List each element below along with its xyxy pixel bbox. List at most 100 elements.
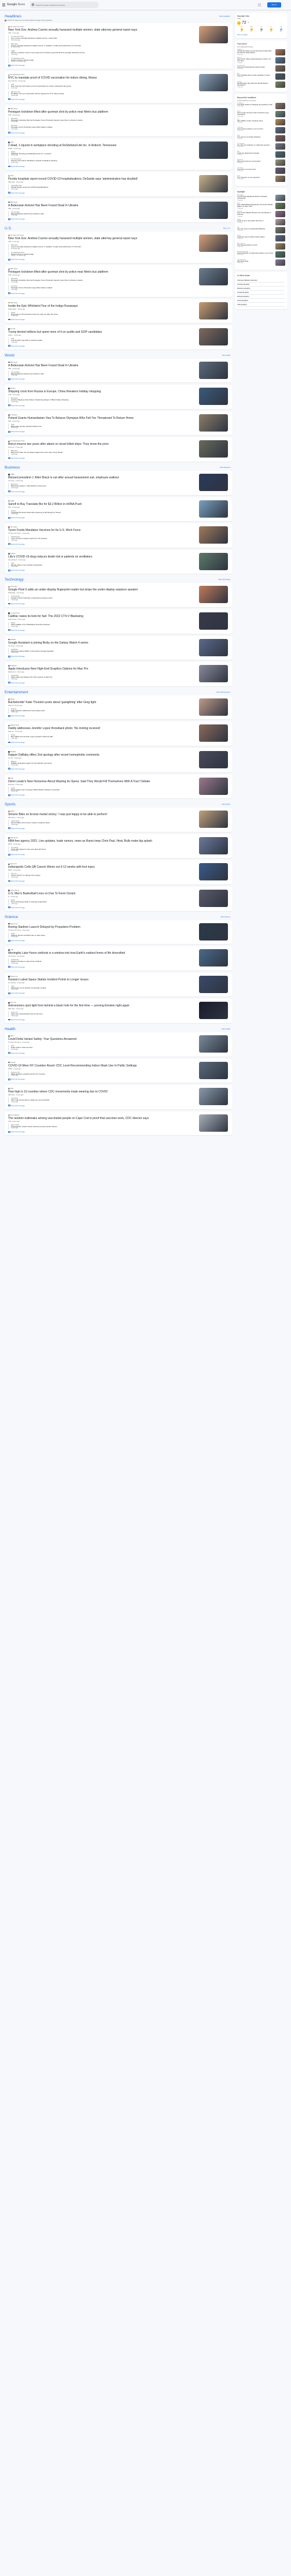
related-story[interactable]: Android Police Google's Pixel 6 will have… [8,595,197,602]
beyond-item[interactable]: The Verge The future of remote work 3 days… [237,168,285,174]
related-story[interactable]: CNN Belarusian sprinter granted Poland vi… [8,423,197,430]
story-headline[interactable]: Sanofi to Buy Translate Bio for $3.2 Bil… [8,503,197,506]
story-thumbnail[interactable] [199,777,228,795]
full-coverage-link[interactable]: View Full Coverage [8,1131,229,1133]
edition-link[interactable]: Botswana (English) [237,287,285,291]
full-coverage-link[interactable]: View Full Coverage [8,827,229,830]
story-headline[interactable]: A Belarusian Activist Has Been Found Dea… [8,204,197,207]
related-story[interactable]: NBC News Cuomo sexually harassed multiple… [8,244,197,250]
story-thumbnail[interactable] [199,361,228,379]
full-coverage-link[interactable]: View Full Coverage [8,192,229,194]
factcheck-item[interactable]: FactCheck.org Viral post misrepresents va… [237,65,285,72]
menu-icon[interactable] [2,3,5,6]
story-thumbnail[interactable] [199,235,228,252]
story-headline[interactable]: Google Pixel 6 adds an under-display fin… [8,588,197,592]
spotlight-item[interactable]: Atlas Obscura The Strange History of Cork… [237,243,285,250]
beyond-item[interactable]: The Guardian Life after the lockdown in s… [237,143,285,150]
full-coverage-link[interactable]: View Full Coverage [8,603,229,605]
full-coverage-link[interactable]: View Full Coverage [8,490,229,493]
more-link[interactable]: More World [222,355,230,356]
story-headline[interactable]: Blizzard president J. Allen Brack is out… [8,476,197,479]
full-coverage-link[interactable]: View Full Coverage [8,629,229,631]
story-thumbnail[interactable] [199,586,228,604]
full-coverage-link[interactable]: View Full Coverage [8,794,229,796]
full-coverage-link[interactable]: View Full Coverage [8,939,229,942]
story-headline[interactable]: Pentagon lockdown lifted after gunman sh… [8,110,197,114]
story-headline[interactable]: Meningitis Lake Huron sinkhole is a wind… [8,951,197,955]
related-story[interactable]: The Guardian Missing Belarus activist fou… [8,210,197,217]
story-thumbnail[interactable] [199,724,228,742]
item-headline[interactable]: How to help someone who's reluctant to g… [237,111,274,116]
related-story[interactable]: Fox News Pentagon Force Protection says o… [8,124,197,131]
story-headline[interactable]: How high is 10 counties where CDC moveme… [8,1090,197,1094]
beyond-item[interactable]: ProPublica The housing market is out of c… [237,127,285,133]
related-story[interactable]: BBC News Beirut port blast: the 'art atta… [8,449,197,456]
related-story[interactable]: Insider Demi Lovato says 'Avengers' Black… [8,786,197,793]
story-thumbnail[interactable] [199,889,228,907]
story-thumbnail[interactable] [199,923,228,941]
full-coverage-link[interactable]: View Full Coverage [8,569,229,571]
beyond-item[interactable]: NPR The summer of climate disasters 1 day … [237,135,285,142]
spotlight-item[interactable]: GQ The Life Cycle of a Discarded Mattress… [237,227,285,233]
more-link[interactable]: More Health [222,1028,230,1030]
story-thumbnail[interactable] [199,698,228,716]
related-story[interactable]: NBC News Cuomo sexually harassed multiple… [8,42,197,49]
story-headline[interactable]: New York Gov. Andrew Cuomo sexually hara… [8,237,197,240]
edition-link[interactable]: India (English) [237,303,285,307]
beyond-item[interactable]: Vox Why wildfire smoke is getting worse 1 … [237,119,285,125]
more-link[interactable]: More Science [221,916,230,918]
story-headline[interactable]: Simone Biles on bronze medal victory: 'I… [8,813,197,816]
related-story[interactable]: Yahoo Sports Simone Biles wins bronze med… [8,820,197,826]
story-headline[interactable]: COVID-19 More NY Counties Reach CDC Leve… [8,1064,197,1068]
item-headline[interactable]: How 'Trans-Atlantic' Became the Soundtra… [237,211,274,216]
related-story[interactable]: CNN New York City will require proof of v… [8,83,197,90]
full-coverage-link[interactable]: View Full Coverage [8,966,229,968]
full-coverage-link[interactable]: View Full Coverage [8,715,229,717]
story-headline[interactable]: A Belarusian Activist Has Been Found Dea… [8,364,197,367]
story-headline[interactable]: Google Assistant is joining Bixby on the… [8,641,197,645]
story-headline[interactable]: Covid Delta Variant Safety: Your Questio… [8,1038,197,1041]
story-headline[interactable]: Indianapolis Colts QB Carson Wentz out 5… [8,865,197,869]
related-story[interactable]: Reuters Translate Bio Stock Soars After A… [8,509,197,516]
section-title[interactable]: Business [5,466,20,470]
story-thumbnail[interactable] [199,328,228,346]
full-coverage-link[interactable]: View Full Coverage [8,516,229,519]
weather-card[interactable]: Mountain View Today 72 °F Tue 79° Wed 77° Thu 75°… [235,13,288,38]
search-input[interactable]: Search for topics, locations & sources [30,2,98,8]
factcheck-title[interactable]: Fact check [237,43,285,45]
story-headline[interactable]: Poland Grants Humanitarian Visa To Belar… [8,417,197,420]
item-headline[interactable]: The 25 Most Significant Works of Postwar… [237,195,274,200]
story-thumbnail[interactable] [199,26,228,43]
factcheck-item[interactable]: AFP Post misleads about mask mandates in … [237,73,285,80]
apps-grid-icon[interactable] [258,3,261,6]
full-coverage-link[interactable]: View Full Coverage [8,218,229,220]
spotlight-item[interactable]: National Geographic Dead Dragonfly: An al… [237,251,285,258]
spotlight-item[interactable]: Vogue Lorde Is Very, Very Much Not Over I… [237,219,285,225]
related-story[interactable]: Motor1 2022 Cadillac CT4-V Blackwing Firs… [8,622,197,628]
related-story[interactable]: The Athletic Chris Paul agrees to four-ye… [8,846,197,853]
spotlight-title[interactable]: Spotlight [237,191,285,193]
related-story[interactable]: STAT Eli Lilly, FDA on the antiviral moln… [8,562,197,568]
story-headline[interactable]: Lilly's COVID-19 drug reduces death risk… [8,555,197,559]
beyond-item[interactable]: BBC Inside the global chip shortage 1 day … [237,151,285,158]
story-thumbnail[interactable] [199,665,228,683]
story-headline[interactable]: Cadillac raises its bets for fuel: The 2… [8,615,197,618]
related-story[interactable]: Fox News Pentagon Force Protection says o… [8,284,197,291]
story-thumbnail[interactable] [199,638,228,656]
story-thumbnail[interactable] [199,1061,228,1079]
full-coverage-link[interactable]: View Full Coverage [8,457,229,459]
more-link[interactable]: More Headlines [219,16,230,17]
related-story[interactable]: NBC New York De Blasio: Proof of vaccinat… [8,90,197,97]
beyond-item[interactable]: The Atlantic The Delta variant is changin… [237,103,285,109]
story-headline[interactable]: New York Gov. Andrew Cuomo sexually hara… [8,28,197,32]
story-thumbnail[interactable] [199,388,228,406]
story-headline[interactable]: Rapper DaBaby offers 2nd apology after r… [8,753,197,757]
related-story[interactable]: NFL.com Carson Wentz to undergo foot surg… [8,872,197,879]
story-thumbnail[interactable] [199,552,228,570]
more-link[interactable]: More Business [220,467,230,469]
story-thumbnail[interactable] [199,74,228,92]
related-story[interactable]: WKRN UPDATE: Shooting at DeStefano/Link I… [8,150,197,157]
full-coverage-link[interactable]: View Full Coverage [8,292,229,295]
related-story[interactable]: Billboard DaBaby apologizes again for hom… [8,760,197,767]
item-headline[interactable]: Fact check: Video shows flooding in Chin… [237,58,274,62]
